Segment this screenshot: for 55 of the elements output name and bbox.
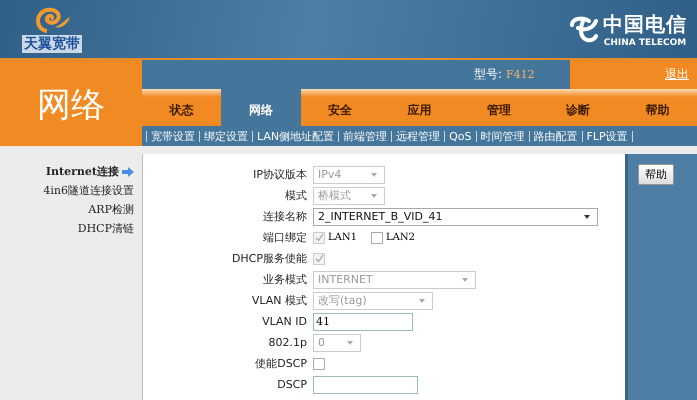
arrow-icon xyxy=(122,166,134,176)
model-value: F412 xyxy=(506,68,536,81)
nav-tab[interactable]: 帮助 xyxy=(618,89,697,126)
nav-tab[interactable]: 安全 xyxy=(300,89,380,126)
swirl-logo-icon xyxy=(33,5,71,35)
model-label: 型号: xyxy=(474,66,502,83)
subnav-link[interactable]: 路由配置 xyxy=(534,130,578,142)
subnav-link[interactable]: 绑定设置 xyxy=(204,130,248,142)
input-field[interactable]: 41 xyxy=(313,312,413,330)
nav-tab[interactable]: 网络 xyxy=(221,89,301,126)
telecom-logo-icon xyxy=(569,15,599,43)
dropdown[interactable]: 2_INTERNET_B_VID_41 xyxy=(313,208,598,226)
caret-icon xyxy=(370,192,378,198)
field-label: DHCP服务使能 xyxy=(230,251,308,266)
caret-icon xyxy=(583,214,591,220)
subnav-link[interactable]: LAN侧地址配置 xyxy=(257,130,334,142)
nav-tab[interactable]: 诊断 xyxy=(538,89,618,126)
checkbox[interactable] xyxy=(370,232,383,244)
field-label: 使能DSCP xyxy=(254,356,308,371)
caret-icon xyxy=(418,298,426,304)
field-label: IP协议版本 xyxy=(252,167,308,182)
caret-icon xyxy=(461,276,469,282)
sidebar-item[interactable]: DHCP清链 xyxy=(78,221,134,236)
field-label: 连接名称 xyxy=(262,209,308,224)
field-label: VLAN 模式 xyxy=(250,293,308,308)
field-label: DSCP xyxy=(276,378,308,391)
checkbox-label: LAN2 xyxy=(386,232,415,243)
brand-name: 天翼宽带 xyxy=(22,35,82,53)
brand-subtitle: CHINA TELECOM xyxy=(604,38,686,48)
subnav-link[interactable]: 前端管理 xyxy=(343,130,388,142)
field-label: 模式 xyxy=(284,188,308,203)
field-label: VLAN ID xyxy=(261,315,308,328)
checkbox[interactable] xyxy=(313,358,325,370)
field-label: 业务模式 xyxy=(262,272,308,287)
sidebar-item[interactable]: ARP检测 xyxy=(88,202,134,217)
sidebar-item[interactable]: Internet连接 xyxy=(46,164,134,179)
nav-tab[interactable]: 状态 xyxy=(142,89,222,126)
subnav-link[interactable]: FLP设置 xyxy=(586,130,628,142)
section-title: 网络 xyxy=(0,60,142,146)
brand-name: 中国电信 xyxy=(603,10,687,38)
subnav-link[interactable]: 宽带设置 xyxy=(151,130,195,142)
help-button[interactable]: 帮助 xyxy=(638,164,674,185)
nav-tab[interactable]: 管理 xyxy=(459,89,538,126)
caret-icon xyxy=(370,172,378,178)
subnav-link[interactable]: 远程管理 xyxy=(396,130,440,142)
caret-icon xyxy=(346,340,354,346)
nav-tab[interactable]: 应用 xyxy=(380,89,460,126)
field-label: 端口绑定 xyxy=(262,230,308,245)
input-field[interactable] xyxy=(313,376,418,394)
subnav-link[interactable]: QoS xyxy=(449,130,472,142)
subnav-link[interactable]: 时间管理 xyxy=(480,130,525,142)
logout-link[interactable]: 退出 xyxy=(665,66,689,83)
checkbox-label: LAN1 xyxy=(328,232,357,243)
field-label: 802.1p xyxy=(268,336,308,349)
sidebar-item[interactable]: 4in6隧道连接设置 xyxy=(43,183,134,198)
